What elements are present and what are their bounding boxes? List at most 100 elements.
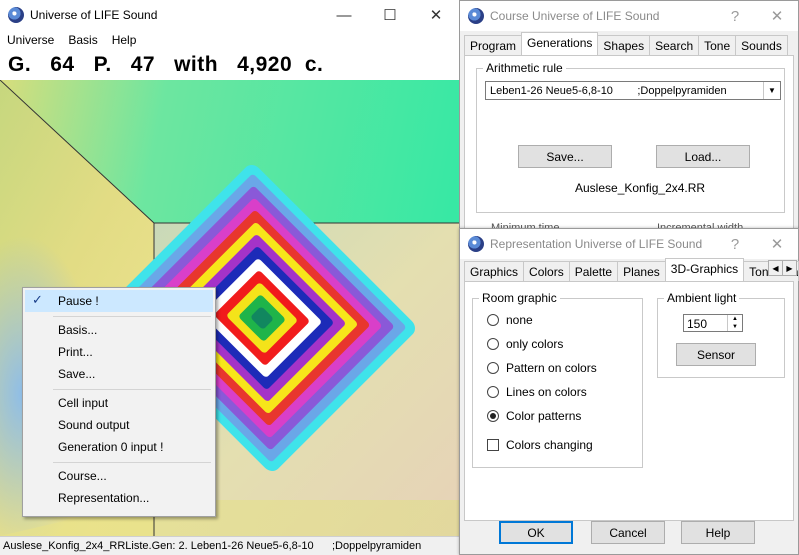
radio-label: none bbox=[506, 313, 533, 327]
status-left: Auslese_Konfig_2x4_RRListe.Gen: 2. Leben… bbox=[3, 540, 314, 552]
menu-separator bbox=[53, 462, 211, 463]
menu-help[interactable]: Help bbox=[105, 30, 144, 50]
tab-program[interactable]: Program bbox=[464, 35, 523, 55]
status-bar: Auslese_Konfig_2x4_RRListe.Gen: 2. Leben… bbox=[0, 536, 459, 555]
menu-item-save[interactable]: Save... bbox=[25, 363, 213, 385]
g-value: 64 bbox=[50, 53, 75, 76]
menu-item-sound-output[interactable]: Sound output bbox=[25, 414, 213, 436]
app-icon bbox=[468, 236, 484, 252]
rule-file-name: Auslese_Konfig_2x4.RR bbox=[575, 181, 706, 195]
cell-count: 4,920 bbox=[237, 53, 293, 76]
radio-color-patterns[interactable]: Color patterns bbox=[487, 409, 581, 423]
radio-circle bbox=[487, 314, 499, 326]
close-icon[interactable]: ✕ bbox=[754, 229, 799, 259]
representation-dialog: Representation Universe of LIFE Sound ? … bbox=[459, 228, 799, 555]
menu-item-label: Print... bbox=[58, 345, 93, 359]
menu-item-cell-input[interactable]: Cell input bbox=[25, 392, 213, 414]
main-menubar: Universe Basis Help bbox=[0, 30, 143, 50]
context-menu: ✓ Pause ! Basis... Print... Save... Cell… bbox=[22, 287, 216, 517]
radio-circle bbox=[487, 386, 499, 398]
minimize-icon[interactable]: — bbox=[321, 0, 367, 30]
course-dialog: Course Universe of LIFE Sound ? ✕ Progra… bbox=[459, 0, 799, 234]
menu-separator bbox=[53, 316, 211, 317]
menu-item-label: Basis... bbox=[58, 323, 98, 337]
representation-tabs: Graphics Colors Palette Planes 3D-Graphi… bbox=[464, 258, 799, 281]
load-button[interactable]: Load... bbox=[656, 145, 750, 168]
tab-colors[interactable]: Colors bbox=[523, 261, 570, 281]
tab-search[interactable]: Search bbox=[649, 35, 700, 55]
maximize-icon[interactable]: ☐ bbox=[367, 0, 413, 30]
radio-lines-on-colors[interactable]: Lines on colors bbox=[487, 385, 587, 399]
menu-item-label: Sound output bbox=[58, 418, 130, 432]
tab-generations[interactable]: Generations bbox=[521, 32, 599, 55]
radio-circle bbox=[487, 362, 499, 374]
menu-item-label: Course... bbox=[58, 469, 107, 483]
menu-item-pause[interactable]: ✓ Pause ! bbox=[25, 290, 213, 312]
checkbox-box bbox=[487, 439, 499, 451]
save-button[interactable]: Save... bbox=[518, 145, 612, 168]
menu-item-basis[interactable]: Basis... bbox=[25, 319, 213, 341]
tab-sounds[interactable]: Sounds bbox=[735, 35, 788, 55]
menu-universe[interactable]: Universe bbox=[0, 30, 61, 50]
status-right: ;Doppelpyramiden bbox=[332, 540, 422, 552]
menu-item-course[interactable]: Course... bbox=[25, 465, 213, 487]
close-icon[interactable]: ✕ bbox=[413, 0, 459, 30]
checkbox-label: Colors changing bbox=[506, 438, 593, 452]
course-titlebar[interactable]: Course Universe of LIFE Sound ? ✕ bbox=[460, 1, 798, 31]
ambient-light-value: 150 bbox=[687, 317, 708, 331]
radio-label: Pattern on colors bbox=[506, 361, 597, 375]
radio-label: Lines on colors bbox=[506, 385, 587, 399]
p-label: P. bbox=[93, 53, 112, 76]
check-icon: ✓ bbox=[32, 292, 43, 307]
ok-button[interactable]: OK bbox=[499, 521, 573, 544]
menu-item-representation[interactable]: Representation... bbox=[25, 487, 213, 509]
radio-circle bbox=[487, 338, 499, 350]
close-icon[interactable]: ✕ bbox=[754, 1, 799, 31]
radio-pattern-on-colors[interactable]: Pattern on colors bbox=[487, 361, 597, 375]
room-graphic-legend: Room graphic bbox=[479, 291, 560, 305]
representation-titlebar[interactable]: Representation Universe of LIFE Sound ? … bbox=[460, 229, 798, 259]
menu-item-label: Save... bbox=[58, 367, 96, 381]
cancel-button[interactable]: Cancel bbox=[591, 521, 665, 544]
tab-tone[interactable]: Tone bbox=[698, 35, 737, 55]
room-graphic-group: Room graphic none only colors Pattern on… bbox=[472, 291, 643, 468]
representation-title: Representation Universe of LIFE Sound bbox=[490, 237, 703, 251]
generation-stats: G. 64 P. 47 with 4,920 c. bbox=[8, 53, 323, 77]
tab-palette[interactable]: Palette bbox=[568, 261, 619, 281]
help-icon[interactable]: ? bbox=[712, 229, 758, 259]
menu-separator bbox=[53, 389, 211, 390]
main-title: Universe of LIFE Sound bbox=[30, 8, 158, 22]
generations-panel: Arithmetic rule Leben1-26 Neue5-6,8-10 ;… bbox=[464, 55, 794, 234]
help-icon[interactable]: ? bbox=[712, 1, 758, 31]
menu-item-print[interactable]: Print... bbox=[25, 341, 213, 363]
help-button[interactable]: Help bbox=[681, 521, 755, 544]
menu-item-generation-0-input[interactable]: Generation 0 input ! bbox=[25, 436, 213, 458]
radio-only-colors[interactable]: only colors bbox=[487, 337, 563, 351]
rule-select[interactable]: Leben1-26 Neue5-6,8-10 ;Doppelpyramiden … bbox=[485, 81, 781, 100]
spinner-arrows-icon[interactable]: ▲ ▼ bbox=[727, 315, 742, 331]
ambient-light-spinner[interactable]: 150 ▲ ▼ bbox=[683, 314, 743, 332]
sensor-button[interactable]: Sensor bbox=[676, 343, 756, 366]
course-tabs: Program Generations Shapes Search Tone S… bbox=[464, 32, 788, 55]
scroll-left-icon[interactable]: ◀ bbox=[768, 260, 783, 276]
tab-scroll: ◀ ▶ bbox=[768, 260, 797, 276]
radio-none[interactable]: none bbox=[487, 313, 533, 327]
tab-planes[interactable]: Planes bbox=[617, 261, 666, 281]
app-icon bbox=[8, 7, 24, 23]
tab-shapes[interactable]: Shapes bbox=[597, 35, 651, 55]
menu-item-label: Generation 0 input ! bbox=[58, 440, 164, 454]
rule-select-value: Leben1-26 Neue5-6,8-10 ;Doppelpyramiden bbox=[490, 85, 727, 97]
chevron-down-icon: ▼ bbox=[763, 82, 780, 99]
tab-3d-graphics[interactable]: 3D-Graphics bbox=[664, 258, 745, 281]
menu-basis[interactable]: Basis bbox=[61, 30, 104, 50]
scroll-right-icon[interactable]: ▶ bbox=[782, 260, 797, 276]
with-label: with bbox=[174, 53, 219, 76]
ambient-light-group: Ambient light 150 ▲ ▼ Sensor bbox=[657, 291, 785, 378]
menu-item-label: Cell input bbox=[58, 396, 109, 410]
tab-graphics[interactable]: Graphics bbox=[464, 261, 525, 281]
p-value: 47 bbox=[130, 53, 156, 76]
arithmetic-rule-group: Arithmetic rule Leben1-26 Neue5-6,8-10 ;… bbox=[476, 61, 785, 213]
main-titlebar[interactable]: Universe of LIFE Sound — ☐ ✕ bbox=[0, 0, 459, 30]
colors-changing-checkbox[interactable]: Colors changing bbox=[487, 438, 593, 452]
radio-label: Color patterns bbox=[506, 409, 582, 423]
